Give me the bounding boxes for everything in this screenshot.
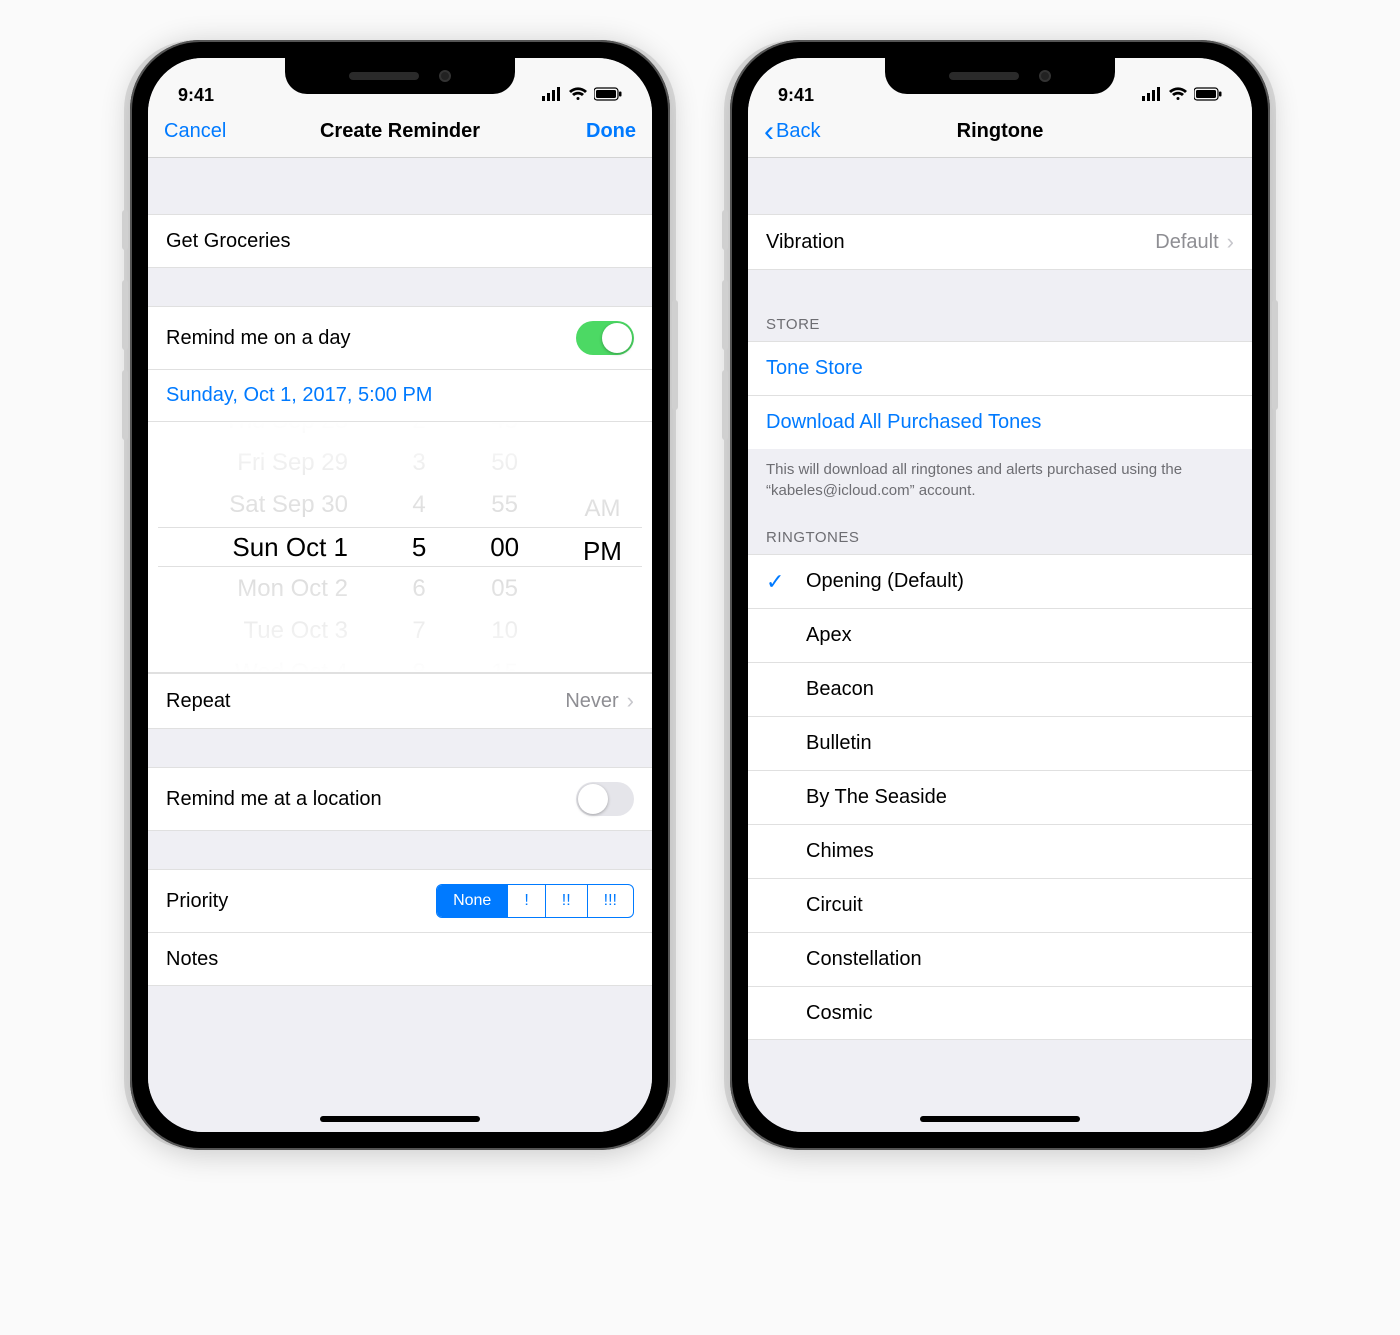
picker-row[interactable]: 45 <box>491 422 518 438</box>
picker-row[interactable]: 2 <box>412 422 425 438</box>
back-label: Back <box>776 120 820 143</box>
wifi-icon <box>1168 85 1188 106</box>
remind-location-label: Remind me at a location <box>166 788 382 811</box>
remind-day-toggle[interactable] <box>576 321 634 355</box>
ringtone-item[interactable]: ✓ Opening (Default) <box>748 554 1252 608</box>
notes-row[interactable]: Notes <box>148 932 652 986</box>
priority-segmented: None!!!!!! <box>436 884 634 918</box>
remind-location-row: Remind me at a location <box>148 767 652 831</box>
home-indicator[interactable] <box>320 1116 480 1122</box>
status-time: 9:41 <box>778 85 814 106</box>
picker-row[interactable]: 50 <box>491 446 518 480</box>
picker-row[interactable]: 8 <box>412 656 425 672</box>
cancel-button[interactable]: Cancel <box>164 120 254 143</box>
priority-row: Priority None!!!!!! <box>148 869 652 932</box>
battery-icon <box>594 85 622 106</box>
nav-title: Create Reminder <box>320 120 480 143</box>
done-button[interactable]: Done <box>546 120 636 143</box>
picker-row[interactable]: 7 <box>412 614 425 648</box>
back-button[interactable]: ‹ Back <box>764 120 854 143</box>
vibration-label: Vibration <box>766 231 845 254</box>
status-time: 9:41 <box>178 85 214 106</box>
remind-location-toggle[interactable] <box>576 782 634 816</box>
ringtone-item[interactable]: Cosmic <box>748 986 1252 1040</box>
ringtone-label: Apex <box>806 624 852 647</box>
ringtone-label: Bulletin <box>806 732 872 755</box>
chevron-right-icon: › <box>627 688 634 714</box>
picker-row[interactable]: 05 <box>491 572 518 606</box>
reminder-title-field[interactable]: Get Groceries <box>148 214 652 268</box>
home-indicator[interactable] <box>920 1116 1080 1122</box>
ringtone-label: Opening (Default) <box>806 570 964 593</box>
ringtone-item[interactable]: Constellation <box>748 932 1252 986</box>
priority-segment[interactable]: None <box>437 885 507 917</box>
priority-segment[interactable]: !!! <box>587 885 633 917</box>
tone-store-label: Tone Store <box>766 357 863 380</box>
battery-icon <box>1194 85 1222 106</box>
nav-bar: ‹ Back Ringtone <box>748 106 1252 158</box>
repeat-label: Repeat <box>166 690 231 713</box>
phone-right: 9:41 ‹ Back Ringtone Vibration Default › <box>730 40 1270 1150</box>
ringtone-item[interactable]: Bulletin <box>748 716 1252 770</box>
ringtone-label: Constellation <box>806 948 922 971</box>
repeat-value: Never <box>565 690 618 713</box>
ringtone-label: By The Seaside <box>806 786 947 809</box>
date-picker[interactable]: Thu Sep 28Fri Sep 29Sat Sep 30Sun Oct 1M… <box>148 422 652 672</box>
phone-left: 9:41 Cancel Create Reminder Done Get Gro… <box>130 40 670 1150</box>
remind-day-row: Remind me on a day <box>148 306 652 369</box>
ringtone-item[interactable]: By The Seaside <box>748 770 1252 824</box>
ringtone-item[interactable]: Chimes <box>748 824 1252 878</box>
chevron-right-icon: › <box>1227 229 1234 255</box>
ringtone-item[interactable]: Beacon <box>748 662 1252 716</box>
picker-row[interactable]: 3 <box>412 446 425 480</box>
picker-row[interactable]: 6 <box>412 572 425 606</box>
ringtone-label: Cosmic <box>806 1002 873 1025</box>
picker-row[interactable]: Wed Oct 4 <box>235 656 348 672</box>
priority-label: Priority <box>166 890 228 913</box>
vibration-row[interactable]: Vibration Default › <box>748 214 1252 270</box>
ringtone-item[interactable]: Circuit <box>748 878 1252 932</box>
remind-day-label: Remind me on a day <box>166 327 351 350</box>
wifi-icon <box>568 85 588 106</box>
download-tones-label: Download All Purchased Tones <box>766 411 1041 434</box>
picker-row[interactable]: Tue Oct 3 <box>244 614 348 648</box>
ringtones-header: RINGTONES <box>748 521 1252 554</box>
download-tones-link[interactable]: Download All Purchased Tones <box>748 395 1252 449</box>
picker-row[interactable]: Sat Sep 30 <box>229 488 348 522</box>
priority-segment[interactable]: ! <box>507 885 544 917</box>
ringtone-label: Beacon <box>806 678 874 701</box>
tone-store-link[interactable]: Tone Store <box>748 341 1252 395</box>
picker-row[interactable]: 55 <box>491 488 518 522</box>
repeat-row[interactable]: Repeat Never › <box>148 673 652 729</box>
ringtone-label: Chimes <box>806 840 874 863</box>
cellular-icon <box>1142 85 1162 106</box>
vibration-value: Default <box>1155 231 1218 254</box>
store-header: STORE <box>748 308 1252 341</box>
reminder-title-text: Get Groceries <box>166 230 290 253</box>
picker-row[interactable]: 10 <box>491 614 518 648</box>
ringtone-label: Circuit <box>806 894 863 917</box>
notes-label: Notes <box>166 948 218 971</box>
chevron-back-icon: ‹ <box>764 122 774 142</box>
picker-row[interactable]: Mon Oct 2 <box>237 572 348 606</box>
picker-row[interactable]: 15 <box>491 656 518 672</box>
picker-row[interactable]: Fri Sep 29 <box>237 446 348 480</box>
picker-row[interactable]: Thu Sep 28 <box>224 422 348 438</box>
nav-bar: Cancel Create Reminder Done <box>148 106 652 158</box>
store-footer-note: This will download all ringtones and ale… <box>748 449 1252 521</box>
checkmark-icon: ✓ <box>766 569 784 595</box>
ringtone-item[interactable]: Apex <box>748 608 1252 662</box>
picker-row[interactable]: 4 <box>412 488 425 522</box>
nav-title: Ringtone <box>957 120 1044 143</box>
picker-row[interactable]: AM <box>584 492 620 526</box>
cellular-icon <box>542 85 562 106</box>
priority-segment[interactable]: !! <box>545 885 587 917</box>
selected-date[interactable]: Sunday, Oct 1, 2017, 5:00 PM <box>148 370 652 422</box>
